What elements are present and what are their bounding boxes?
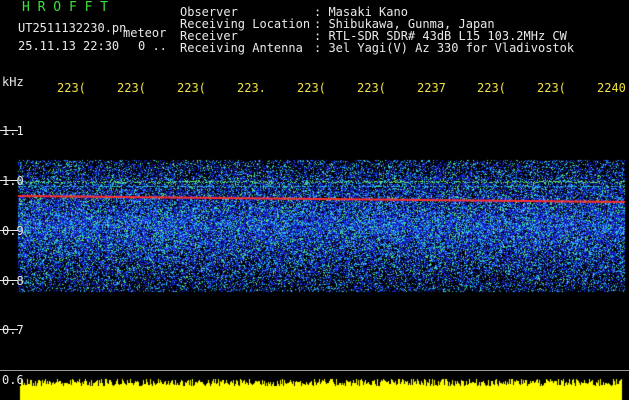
x-tick: 2237 [417, 81, 446, 95]
mode-label: meteor [123, 26, 167, 40]
filename-label: UT2511132230.pn [18, 21, 127, 35]
y-gridmark [0, 280, 18, 281]
baseline-divider [0, 370, 629, 371]
y-gridmark [0, 180, 18, 181]
x-tick: 223( [477, 81, 506, 95]
x-tick: 223( [57, 81, 86, 95]
x-tick: 223( [537, 81, 566, 95]
x-tick: 223( [297, 81, 326, 95]
x-tick: 223. [237, 81, 266, 95]
axis-unit: kHz [2, 75, 24, 89]
x-tick: 223( [117, 81, 146, 95]
counter-label: 0 .. [138, 39, 167, 53]
y-label: 0.7 [2, 323, 24, 337]
y-label: 0.8 [2, 274, 24, 288]
y-gridmark [0, 230, 18, 231]
x-tick: 223( [177, 81, 206, 95]
antenna-value: : 3el Yagi(V) Az 330 for Vladivostok [314, 41, 575, 55]
x-tick: 2240 [597, 81, 626, 95]
app-title: H R O F F T [22, 0, 109, 15]
antenna-label: Receiving Antenna [180, 41, 303, 55]
y-gridmark [0, 329, 18, 330]
datetime-label: 25.11.13 22:30 [18, 39, 120, 53]
y-label: 1.1 [2, 124, 24, 138]
y-label: 1.0 [2, 174, 24, 188]
x-tick: 223( [357, 81, 386, 95]
y-gridmark [0, 130, 18, 131]
y-label: 0.9 [2, 224, 24, 238]
y-label: 0.6 [2, 373, 24, 387]
spectrogram-canvas [0, 0, 629, 400]
